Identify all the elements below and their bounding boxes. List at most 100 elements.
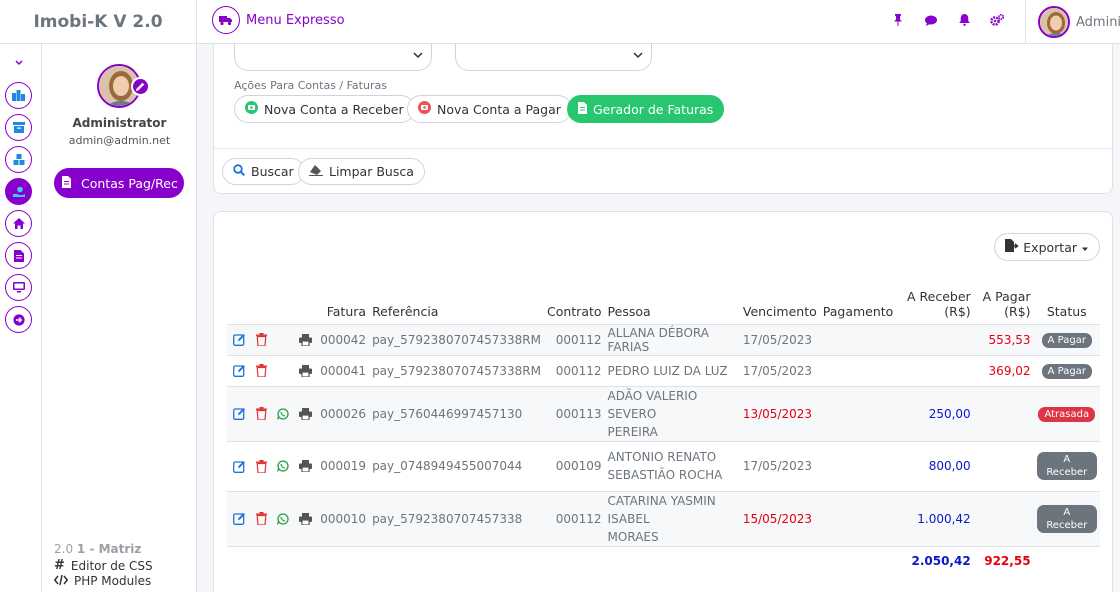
search-button[interactable]: Buscar xyxy=(222,158,305,185)
version-info: 2.0 1 - Matriz xyxy=(54,542,142,556)
money-icon xyxy=(245,101,258,117)
table-row: 000026 pay_5760446997457130 000113 ADÃO … xyxy=(227,386,1100,442)
cell-vencimento: 15/05/2023 xyxy=(739,491,820,547)
trash-icon[interactable] xyxy=(254,407,268,421)
header-referencia[interactable]: Referência xyxy=(369,278,544,325)
file-invoice-icon xyxy=(62,175,71,191)
cell-fatura: 000026 xyxy=(315,386,370,442)
edit-profile-button[interactable] xyxy=(131,77,150,96)
chevron-down-icon[interactable] xyxy=(12,57,26,69)
monitor-icon[interactable] xyxy=(5,274,32,301)
profile-email: admin@admin.net xyxy=(68,134,171,147)
pin-icon[interactable] xyxy=(890,12,906,28)
chevron-down-icon xyxy=(633,52,643,59)
invoices-table: Fatura Referência Contrato Pessoa Vencim… xyxy=(227,278,1100,576)
building-icon[interactable] xyxy=(5,82,32,109)
total-a-pagar: 922,55 xyxy=(984,554,1031,569)
profile-name: Administrator xyxy=(72,116,167,130)
cell-contrato: 000112 xyxy=(543,324,605,356)
edit-icon[interactable] xyxy=(232,512,246,526)
css-editor-link[interactable]: # Editor de CSS xyxy=(54,558,153,573)
cell-pagamento xyxy=(819,441,901,492)
table-row: 000041 pay_5792380707457338RM 000112 PED… xyxy=(227,355,1100,387)
status-badge: A Pagar xyxy=(1041,332,1092,348)
edit-icon[interactable] xyxy=(232,407,246,421)
cogs-icon[interactable] xyxy=(989,12,1005,28)
trash-icon[interactable] xyxy=(254,333,268,347)
cell-vencimento: 17/05/2023 xyxy=(739,324,820,356)
actions-label: Ações Para Contas / Faturas xyxy=(234,79,387,92)
trash-icon[interactable] xyxy=(254,364,268,378)
cell-contrato: 000112 xyxy=(543,355,605,387)
header-a-receber[interactable]: A Receber (R$) xyxy=(900,278,974,325)
cell-fatura: 000042 xyxy=(315,324,370,356)
cell-contrato: 000112 xyxy=(543,491,605,547)
cell-pessoa: ADÃO VALERIO SEVERO PEREIRA xyxy=(604,386,740,442)
trash-icon[interactable] xyxy=(254,512,268,526)
header-fatura[interactable]: Fatura xyxy=(315,278,370,325)
cubes-icon[interactable] xyxy=(5,146,32,173)
export-button[interactable]: Exportar xyxy=(994,233,1100,261)
cell-pessoa: ANTONIO RENATO SEBASTIÃO ROCHA xyxy=(604,441,740,492)
new-payable-button[interactable]: Nova Conta a Pagar xyxy=(407,95,572,123)
cell-pagamento xyxy=(819,324,901,356)
trash-icon[interactable] xyxy=(254,459,268,473)
file-export-icon xyxy=(1005,239,1019,255)
edit-icon[interactable] xyxy=(232,364,246,378)
cell-vencimento: 13/05/2023 xyxy=(739,386,820,442)
table-row: 000019 pay_0748949455007044 000109 ANTON… xyxy=(227,441,1100,492)
cell-a-pagar xyxy=(973,441,1034,492)
whatsapp-icon[interactable] xyxy=(276,459,290,473)
user-menu[interactable]: Administrator xyxy=(1025,0,1120,44)
cell-a-pagar xyxy=(973,491,1034,547)
invoice-generator-button[interactable]: Gerador de Faturas xyxy=(567,95,725,123)
logout-icon[interactable] xyxy=(5,306,32,333)
edit-icon[interactable] xyxy=(232,333,246,347)
chat-icon[interactable] xyxy=(923,12,939,28)
cell-contrato: 000113 xyxy=(543,386,605,442)
file-invoice-icon xyxy=(578,101,587,117)
cell-a-receber: 800,00 xyxy=(900,441,974,492)
app-brand[interactable]: Imobi-K V 2.0 xyxy=(0,0,197,44)
print-icon[interactable] xyxy=(298,459,312,473)
clear-search-button[interactable]: Limpar Busca xyxy=(298,158,425,185)
whatsapp-icon[interactable] xyxy=(276,512,290,526)
cell-fatura: 000041 xyxy=(315,355,370,387)
cell-vencimento: 17/05/2023 xyxy=(739,355,820,387)
total-a-receber: 2.050,42 xyxy=(911,554,971,569)
print-icon[interactable] xyxy=(298,333,312,347)
top-bar: Imobi-K V 2.0 Menu Expresso Administrato… xyxy=(0,0,1120,44)
header-pagamento[interactable]: Pagamento xyxy=(819,278,901,325)
cell-fatura: 000010 xyxy=(315,491,370,547)
cell-contrato: 000109 xyxy=(543,441,605,492)
filter-select-2[interactable] xyxy=(455,44,652,71)
avatar xyxy=(1038,6,1070,38)
print-icon[interactable] xyxy=(298,512,312,526)
header-contrato[interactable]: Contrato xyxy=(543,278,605,325)
print-icon[interactable] xyxy=(298,364,312,378)
edit-icon[interactable] xyxy=(232,459,246,473)
header-a-pagar[interactable]: A Pagar (R$) xyxy=(973,278,1034,325)
sidebar-item-label: Contas Pag/Rec xyxy=(81,175,178,191)
table-row: 000010 pay_5792380707457338 000112 CATAR… xyxy=(227,491,1100,547)
hand-money-icon[interactable] xyxy=(5,178,32,205)
new-receivable-button[interactable]: Nova Conta a Receber xyxy=(234,95,415,123)
menu-expresso-button[interactable]: Menu Expresso xyxy=(212,5,345,35)
divider xyxy=(214,148,1112,149)
whatsapp-icon[interactable] xyxy=(276,407,290,421)
header-pessoa[interactable]: Pessoa xyxy=(604,278,740,325)
print-icon[interactable] xyxy=(298,407,312,421)
php-modules-link[interactable]: PHP Modules xyxy=(53,574,153,588)
header-vencimento[interactable]: Vencimento xyxy=(739,278,820,325)
header-status[interactable]: Status xyxy=(1033,278,1100,325)
search-icon xyxy=(233,164,246,179)
home-icon[interactable] xyxy=(5,210,32,237)
filter-select-1[interactable] xyxy=(234,44,432,71)
bell-icon[interactable] xyxy=(956,12,972,28)
archive-icon[interactable] xyxy=(5,114,32,141)
file-icon[interactable] xyxy=(5,242,32,269)
header-actions xyxy=(227,278,315,325)
status-badge: A Pagar xyxy=(1041,363,1092,379)
sidebar-item-contas[interactable]: Contas Pag/Rec xyxy=(54,168,184,198)
cell-vencimento: 17/05/2023 xyxy=(739,441,820,492)
